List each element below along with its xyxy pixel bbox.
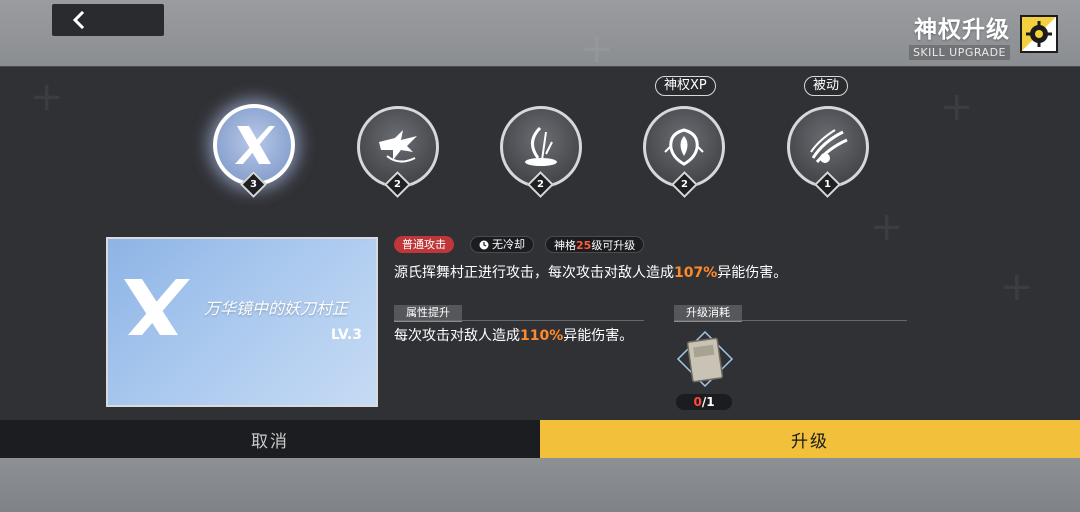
page-subtitle: SKILL UPGRADE	[908, 45, 1010, 60]
background-cross: +	[870, 204, 904, 250]
claw-burst-icon	[810, 129, 848, 163]
divider	[394, 320, 644, 321]
desc-prefix: 源氏挥舞村正进行攻击，每次攻击对敌人造成	[394, 265, 674, 281]
x-slash-icon	[124, 279, 190, 335]
skill-tag-xp: 神权XP	[655, 76, 716, 96]
skill-type-badge: 普通攻击	[394, 236, 454, 253]
top-bar: 神权升级 SKILL UPGRADE	[0, 0, 1080, 66]
clock-icon	[479, 240, 489, 249]
background-cross: +	[1000, 264, 1034, 310]
upgrade-desc-value: 110%	[520, 328, 564, 344]
background-cross: +	[30, 74, 64, 120]
requirement-level: 25	[576, 239, 592, 252]
desc-suffix: 异能伤害。	[717, 265, 788, 281]
dragon-strike-icon	[379, 130, 417, 163]
upgrade-desc-suffix: 异能伤害。	[563, 328, 634, 344]
upgrade-button[interactable]: 升级	[540, 420, 1080, 458]
divider	[674, 320, 907, 321]
background-cross: +	[580, 26, 614, 72]
page-title: 神权升级	[914, 17, 1010, 43]
skill-level: LV.3	[330, 327, 362, 343]
skill-name: 万华镜中的妖刀村正	[204, 299, 349, 318]
chevron-left-icon	[72, 11, 85, 29]
desc-value: 107%	[674, 265, 718, 281]
background-cross: +	[940, 84, 974, 130]
cooldown-badge: 无冷却	[470, 236, 534, 253]
cooldown-label: 无冷却	[492, 238, 525, 251]
cost-count: 0/1	[676, 394, 732, 410]
bottom-background	[0, 458, 1080, 512]
skill-tag-passive: 被动	[804, 76, 849, 96]
blade-swirl-icon	[525, 126, 557, 166]
skill-card: 万华镜中的妖刀村正 LV.3	[106, 237, 378, 407]
requirement-suffix: 级可升级	[591, 239, 636, 252]
cost-have: 0	[693, 395, 702, 409]
gear-emblem-icon	[1020, 15, 1058, 53]
requirement-badge: 神格25级可升级	[545, 236, 645, 253]
cancel-button[interactable]: 取消	[0, 420, 540, 458]
skill-book-icon[interactable]	[676, 330, 734, 388]
back-button[interactable]	[52, 4, 164, 36]
upgrade-description: 每次攻击对敌人造成110%异能伤害。	[394, 325, 644, 348]
cost-need: /1	[701, 395, 715, 409]
page-title-block: 神权升级 SKILL UPGRADE	[908, 10, 1010, 60]
requirement-prefix: 神格	[554, 239, 576, 252]
upgrade-desc-prefix: 每次攻击对敌人造成	[394, 328, 520, 344]
crest-burst-icon	[664, 128, 704, 166]
x-slash-icon	[235, 126, 275, 164]
skill-description: 源氏挥舞村正进行攻击，每次攻击对敌人造成107%异能伤害。	[394, 262, 787, 282]
